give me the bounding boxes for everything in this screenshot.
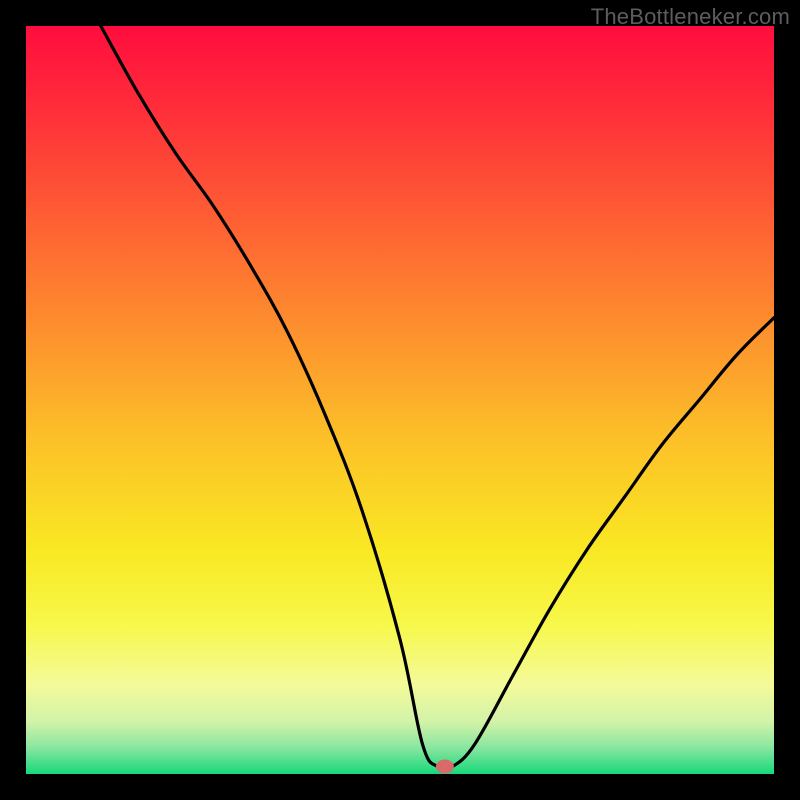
- plot-area: [26, 26, 774, 774]
- optimum-marker: [436, 760, 454, 774]
- watermark-text: TheBottleneker.com: [591, 4, 790, 30]
- chart-frame: TheBottleneker.com: [0, 0, 800, 800]
- gradient-background: [26, 26, 774, 774]
- chart-svg: [26, 26, 774, 774]
